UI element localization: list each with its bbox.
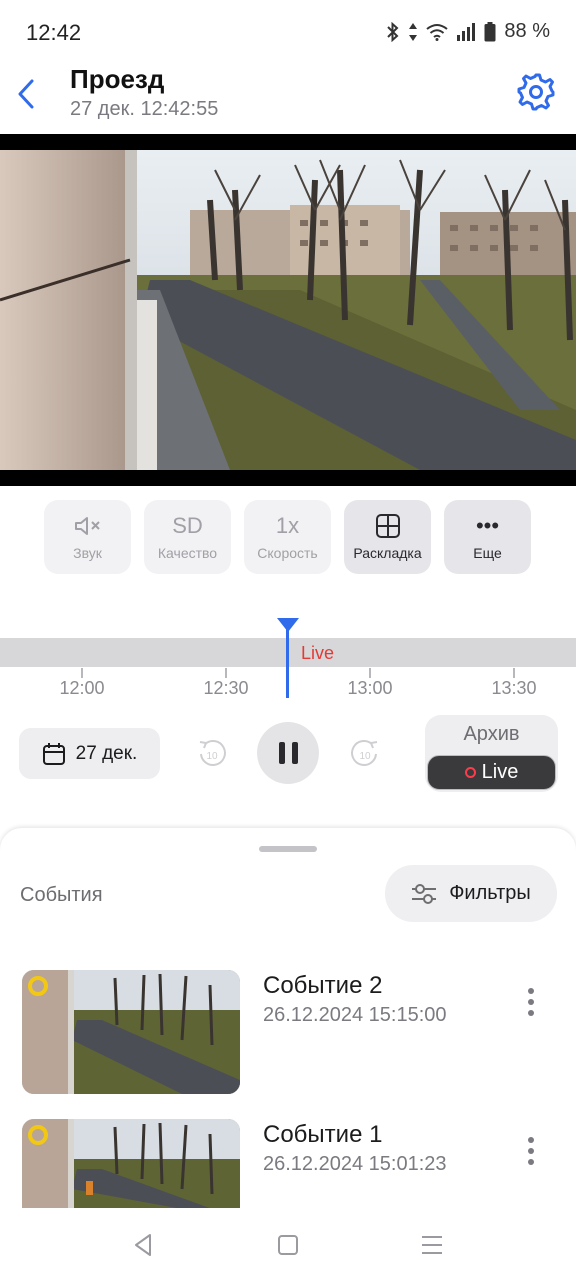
timeline-tick [81,668,83,678]
settings-button[interactable] [514,70,558,114]
rewind-10-icon[interactable]: 10 [196,736,228,770]
layout-label: Раскладка [353,545,422,561]
forward-seconds: 10 [359,751,371,762]
kebab-dot [528,1148,534,1154]
event-thumbnail-image [22,1119,240,1209]
mode-live-option[interactable]: Live [427,755,556,790]
system-nav-bar [0,1208,576,1280]
kebab-dot [528,1137,534,1143]
header: Проезд 27 дек. 12:42:55 [0,64,576,134]
mode-live-label: Live [481,761,519,783]
back-button[interactable] [10,74,42,114]
pause-button[interactable] [257,722,319,784]
mode-archive-option[interactable]: Архив [425,723,558,746]
timeline-live-label: Live [301,643,335,663]
more-button[interactable]: ••• Еще [444,500,531,574]
event-timestamp: 26.12.2024 15:01:23 [263,1153,447,1175]
quality-label: Качество [157,545,218,561]
event-title: Событие 1 [263,1121,383,1148]
event-menu-button[interactable] [518,984,544,1020]
event-marker-icon [28,1125,48,1145]
kebab-dot [528,988,534,994]
timeline-tick [225,668,227,678]
camera-video[interactable] [0,134,576,486]
quality-button[interactable]: SD Качество [144,500,231,574]
filters-button[interactable]: Фильтры [385,865,557,922]
timeline-tick-label: 12:00 [59,678,105,698]
chevron-left-icon [18,79,34,109]
timeline-cursor-handle[interactable] [277,618,299,632]
event-title: Событие 2 [263,972,383,999]
sheet-drag-handle[interactable] [259,846,317,852]
mode-toggle[interactable]: Архив Live [425,715,558,792]
nav-home-icon[interactable] [274,1232,302,1258]
date-picker-button[interactable]: 27 дек. [19,728,160,779]
nav-back-icon[interactable] [130,1232,158,1258]
date-label: 27 дек. [75,742,138,764]
event-marker-icon [28,976,48,996]
status-time: 12:42 [26,20,82,45]
event-thumbnail[interactable] [22,970,240,1094]
page-title: Проезд [70,64,165,94]
event-thumbnail[interactable] [22,1119,240,1209]
bluetooth-icon [387,21,399,42]
events-title: События [20,884,103,906]
more-label: Еще [473,545,502,561]
pause-icon-bar [278,742,285,764]
pause-icon-bar [291,742,298,764]
wifi-icon [426,23,449,41]
gear-icon [517,73,555,111]
status-icons: 88 % [386,20,550,43]
timeline-tick-label: 13:00 [347,678,393,698]
calendar-icon [42,742,65,765]
filters-label: Фильтры [449,882,531,904]
event-menu-button[interactable] [518,1133,544,1169]
event-list-item[interactable]: Событие 2 26.12.2024 15:15:00 [0,970,576,1094]
kebab-dot [528,999,534,1005]
data-arrows-icon [409,22,418,41]
sliders-icon [412,883,437,904]
speed-button[interactable]: 1x Скорость [244,500,331,574]
kebab-dot [528,1010,534,1016]
more-dots-icon: ••• [475,513,500,538]
timeline-tick [369,668,371,678]
timeline-tick-label: 12:30 [203,678,249,698]
camera-frame-image [0,150,576,470]
player-controls: Звук SD Качество 1x Скорость Раскладка •… [44,500,531,574]
forward-10-icon[interactable]: 10 [349,736,381,770]
nav-recents-icon[interactable] [418,1232,446,1258]
mute-icon [74,513,102,539]
page-subtitle: 27 дек. 12:42:55 [70,98,219,120]
battery-icon [484,21,496,41]
timeline-cursor[interactable] [286,622,289,698]
layout-button[interactable]: Раскладка [344,500,431,574]
signal-icon [457,22,476,41]
event-thumbnail-image [22,970,240,1094]
rewind-seconds: 10 [206,751,218,762]
speed-label: Скорость [257,545,318,561]
timeline-tick [513,668,515,678]
sound-button[interactable]: Звук [44,500,131,574]
sound-label: Звук [73,545,102,561]
kebab-dot [528,1159,534,1165]
battery-level: 88 % [504,20,550,42]
live-indicator-icon [464,767,476,778]
status-bar: 12:42 88 % [0,0,576,64]
speed-value: 1x [275,513,300,538]
grid-icon [375,513,401,539]
quality-value: SD [172,513,203,538]
timeline-tick-label: 13:30 [491,678,537,698]
event-timestamp: 26.12.2024 15:15:00 [263,1004,447,1026]
